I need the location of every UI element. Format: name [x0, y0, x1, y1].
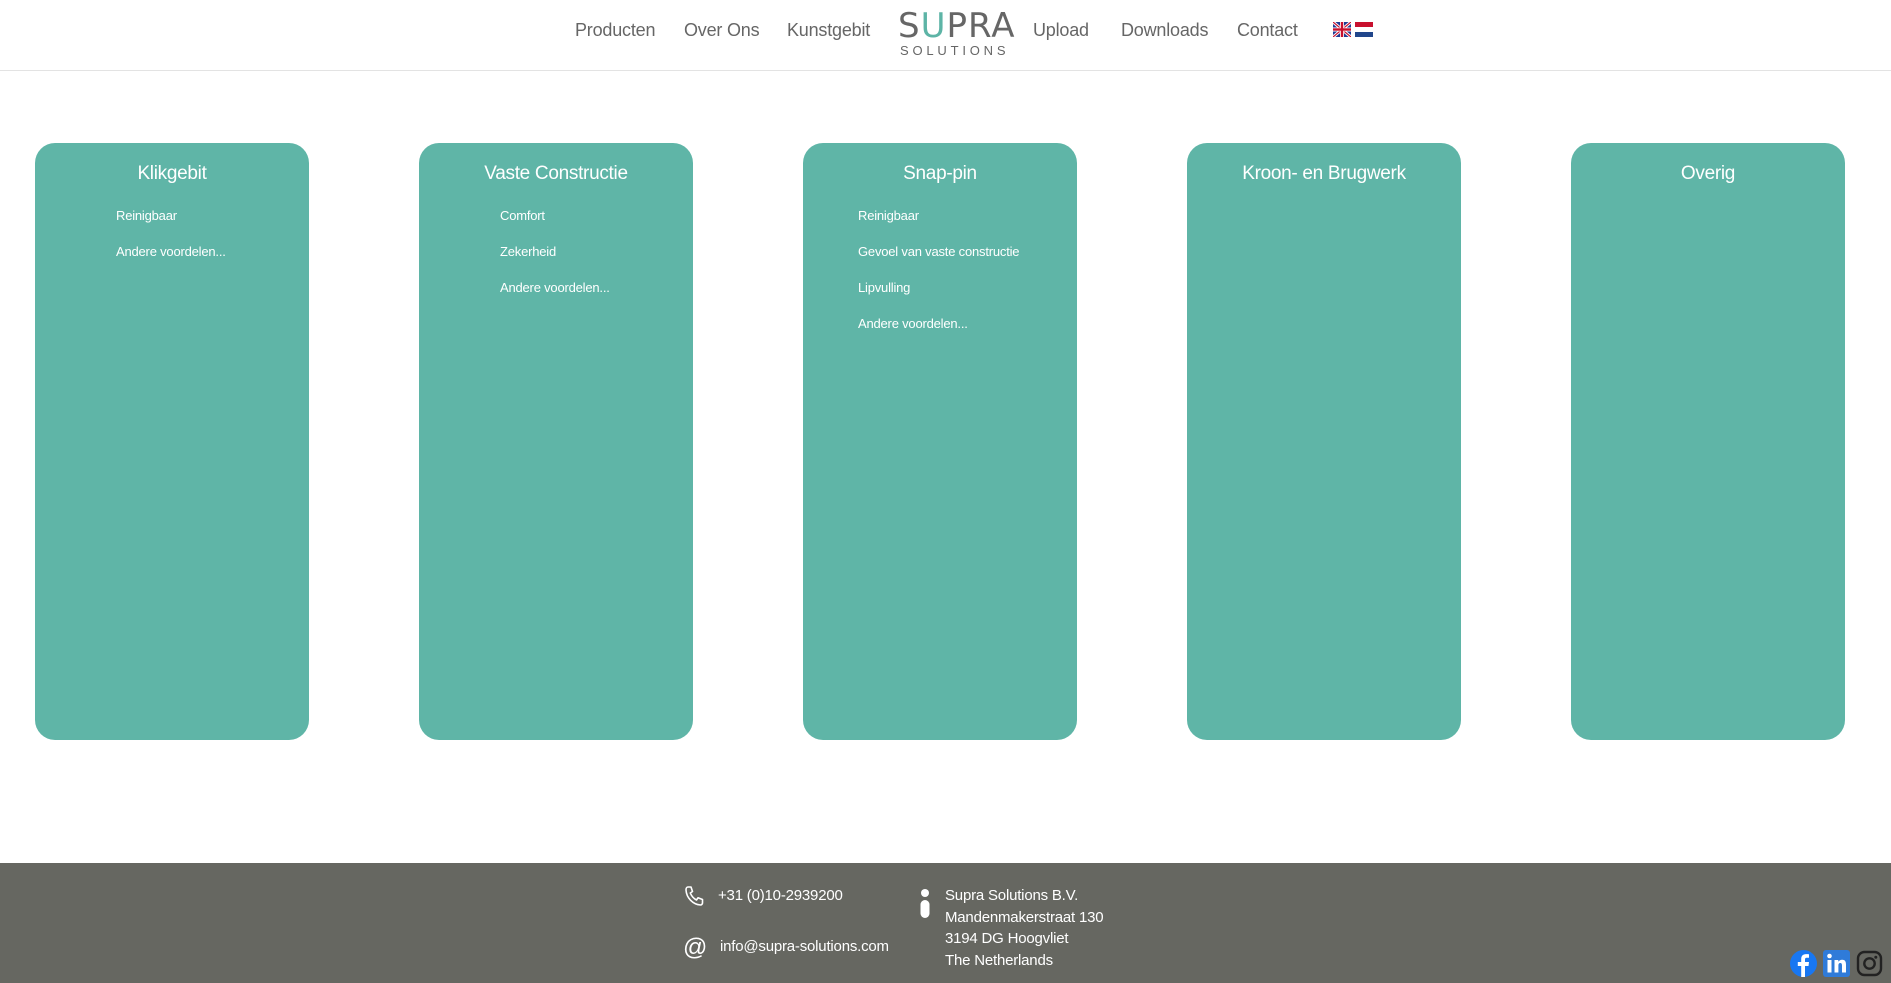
facebook-icon[interactable] — [1790, 950, 1817, 977]
card-feature-list: Comfort Zekerheid Andere voordelen... — [500, 208, 610, 316]
site-footer: +31 (0)10-2939200 @ info@supra-solutions… — [0, 863, 1891, 983]
card-snap-pin[interactable]: Snap-pin Reinigbaar Gevoel van vaste con… — [803, 143, 1077, 740]
at-icon: @ — [683, 934, 708, 961]
card-feature: Reinigbaar — [858, 208, 919, 223]
card-feature: Andere voordelen... — [500, 280, 610, 295]
card-kroon-en-brugwerk[interactable]: Kroon- en Brugwerk — [1187, 143, 1461, 740]
uk-flag-icon[interactable] — [1333, 22, 1351, 37]
logo-wordmark: SUPRA — [898, 6, 1016, 46]
card-feature: Gevoel van vaste constructie — [858, 244, 1020, 259]
card-feature-list: Reinigbaar Andere voordelen... — [116, 208, 226, 280]
nav-contact[interactable]: Contact — [1237, 20, 1298, 41]
card-title: Klikgebit — [137, 163, 207, 184]
footer-phone[interactable]: +31 (0)10-2939200 — [718, 887, 843, 904]
card-title: Overig — [1680, 163, 1736, 184]
instagram-icon[interactable] — [1856, 950, 1883, 977]
card-feature: Comfort — [500, 208, 545, 223]
card-title: Vaste Constructie — [484, 163, 628, 184]
nav-kunstgebit[interactable]: Kunstgebit — [787, 20, 870, 41]
footer-address-line: The Netherlands — [945, 952, 1053, 969]
nav-over-ons[interactable]: Over Ons — [684, 20, 760, 41]
card-feature: Andere voordelen... — [858, 316, 968, 331]
footer-address-line: Mandenmakerstraat 130 — [945, 909, 1104, 926]
footer-email[interactable]: info@supra-solutions.com — [720, 938, 889, 955]
footer-address-line: 3194 DG Hoogvliet — [945, 930, 1069, 947]
card-feature: Reinigbaar — [116, 208, 177, 223]
card-klikgebit[interactable]: Klikgebit Reinigbaar Andere voordelen... — [35, 143, 309, 740]
phone-icon — [684, 885, 704, 912]
nav-upload[interactable]: Upload — [1033, 20, 1089, 41]
card-title: Snap-pin — [903, 163, 977, 184]
card-feature: Lipvulling — [858, 280, 911, 295]
linkedin-icon[interactable] — [1823, 950, 1850, 977]
card-title: Kroon- en Brugwerk — [1242, 163, 1406, 184]
card-vaste-constructie[interactable]: Vaste Constructie Comfort Zekerheid Ande… — [419, 143, 693, 740]
card-feature-list: Reinigbaar Gevoel van vaste constructie … — [858, 208, 1020, 352]
nav-producten[interactable]: Producten — [575, 20, 655, 41]
card-feature: Andere voordelen... — [116, 244, 226, 259]
card-feature: Zekerheid — [500, 244, 557, 259]
info-icon — [919, 889, 931, 924]
nl-flag-icon[interactable] — [1355, 22, 1373, 37]
logo-subtitle: SOLUTIONS — [900, 43, 1010, 58]
supra-solutions-logo[interactable]: SUPRA SOLUTIONS — [898, 8, 1014, 58]
card-overig[interactable]: Overig — [1571, 143, 1845, 740]
site-header: Producten Over Ons Kunstgebit SUPRA SOLU… — [0, 0, 1891, 71]
nav-downloads[interactable]: Downloads — [1121, 20, 1208, 41]
footer-address-line: Supra Solutions B.V. — [945, 887, 1079, 904]
